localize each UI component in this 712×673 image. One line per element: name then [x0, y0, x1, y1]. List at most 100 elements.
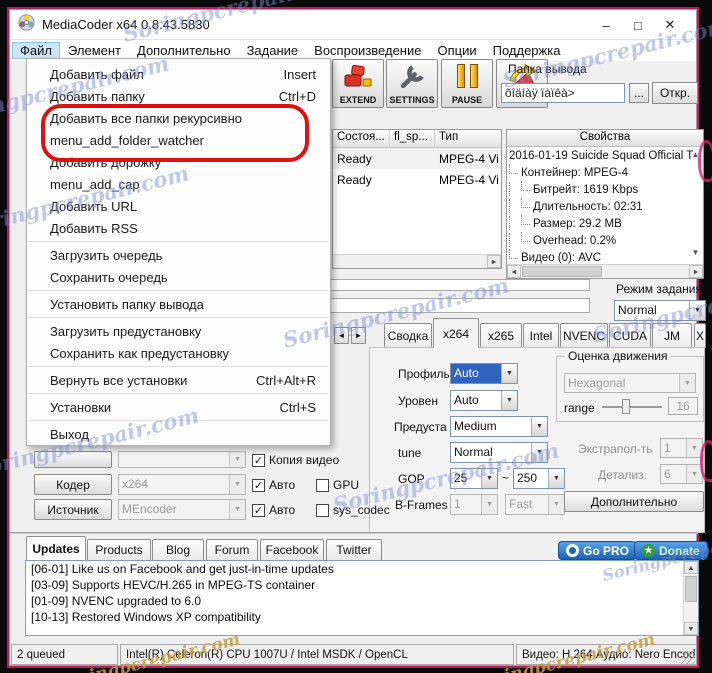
menu-options[interactable]: Опции: [429, 42, 484, 59]
range-slider[interactable]: [602, 399, 662, 414]
menu-playback[interactable]: Воспроизведение: [306, 42, 429, 59]
menu-item-settings[interactable]: Установки Ctrl+S: [27, 396, 330, 418]
menu-item-save-as-preset[interactable]: Сохранить как предустановку: [27, 342, 330, 364]
profile-select[interactable]: Auto ▼: [450, 363, 518, 384]
scroll-down-icon[interactable]: ▼: [684, 622, 698, 635]
scroll-up-icon[interactable]: ▲: [689, 150, 702, 159]
menu-file[interactable]: Файл: [12, 42, 60, 59]
pause-button[interactable]: PAUSE: [441, 59, 493, 108]
scroll-thumb[interactable]: [685, 576, 697, 602]
tab-cuda[interactable]: CUDA: [609, 323, 651, 348]
menu-item-set-output-folder[interactable]: Установить папку вывода: [27, 293, 330, 315]
bframes-count-select[interactable]: 1 ▼: [450, 494, 498, 515]
source-button[interactable]: Источник: [34, 499, 112, 520]
queue-hscrollbar[interactable]: ►: [333, 254, 501, 268]
sys-codec-checkbox[interactable]: sys_codec: [316, 503, 390, 517]
bframes-mode-select[interactable]: Fast ▼: [505, 494, 565, 515]
gop-max-select[interactable]: 250 ▼: [513, 468, 565, 489]
menu-item-load-queue[interactable]: Загрузить очередь: [27, 244, 330, 266]
scroll-left-icon[interactable]: ◄: [507, 265, 521, 278]
gop-min-select[interactable]: 25 ▼: [450, 468, 498, 489]
maximize-button[interactable]: □: [622, 18, 654, 33]
tab-products[interactable]: Products: [87, 539, 151, 560]
tab-intel[interactable]: Intel: [523, 323, 559, 348]
motion-select[interactable]: Hexagonal ▼: [564, 373, 696, 393]
menu-item-exit[interactable]: Выход: [27, 423, 330, 445]
queue-row[interactable]: Ready MPEG-4 Vi: [333, 169, 501, 190]
gpu-checkbox[interactable]: GPU: [316, 478, 359, 492]
extrapolate-select[interactable]: 1 ▼: [660, 438, 703, 458]
menu-item-load-preset[interactable]: Загрузить предустановку: [27, 320, 330, 342]
tab-jm[interactable]: JM: [652, 323, 692, 348]
browse-button[interactable]: ...: [629, 83, 649, 103]
menu-item-add-cap[interactable]: menu_add_cap: [27, 173, 330, 195]
coder-auto-checkbox[interactable]: ✓ Авто: [252, 478, 295, 492]
source-auto-checkbox[interactable]: ✓ Авто: [252, 503, 295, 517]
column-type[interactable]: Тип: [435, 130, 501, 147]
detail-select[interactable]: 6 ▼: [660, 464, 703, 484]
tab-x264[interactable]: x264: [433, 318, 479, 348]
menu-item-add-track[interactable]: Добавить дорожку: [27, 151, 330, 173]
tune-select[interactable]: Normal ▼: [450, 442, 548, 463]
copy-video-checkbox[interactable]: ✓ Копия видео: [252, 453, 339, 467]
close-button[interactable]: ✕: [654, 17, 686, 33]
properties-header[interactable]: Свойства: [507, 130, 703, 147]
scroll-down-icon[interactable]: ▼: [689, 248, 702, 257]
tab-twitter[interactable]: Twitter: [326, 539, 382, 560]
tab-summary[interactable]: Сводка: [384, 323, 432, 348]
tree-item-overhead[interactable]: Overhead: 0.2%: [509, 232, 701, 249]
tree-item-container[interactable]: Контейнер: MPEG-4: [509, 164, 701, 181]
minimize-button[interactable]: –: [590, 18, 622, 33]
range-value-box[interactable]: 16: [668, 397, 698, 415]
donate-button[interactable]: ★ Donate: [634, 541, 708, 560]
news-item[interactable]: [10-13] Restored Windows XP compatibilit…: [26, 609, 698, 625]
tab-blog[interactable]: Blog: [152, 539, 204, 560]
news-vscrollbar[interactable]: ▲ ▼: [683, 561, 698, 635]
tree-item-duration[interactable]: Длительность: 02:31: [509, 198, 701, 215]
tab-nvenc[interactable]: NVENC: [560, 323, 608, 348]
column-status[interactable]: Состоя...: [333, 130, 390, 147]
format-select[interactable]: ▼: [118, 451, 246, 468]
menu-item-add-file[interactable]: Добавить файл Insert: [27, 63, 330, 85]
open-folder-button[interactable]: Откр.: [652, 82, 698, 104]
scroll-thumb[interactable]: [522, 266, 602, 277]
menu-item-revert-settings[interactable]: Вернуть все установки Ctrl+Alt+R: [27, 369, 330, 391]
output-folder-input[interactable]: [501, 83, 625, 103]
scroll-right-icon[interactable]: ►: [689, 265, 703, 278]
news-item[interactable]: [03-09] Supports HEVC/H.265 in MPEG-TS c…: [26, 577, 698, 593]
slider-thumb[interactable]: [622, 399, 630, 414]
menu-item-add-url[interactable]: Добавить URL: [27, 195, 330, 217]
tab-forum[interactable]: Forum: [206, 539, 258, 560]
format-button[interactable]: [34, 451, 112, 468]
advanced-button[interactable]: Дополнительно: [564, 491, 704, 512]
resize-grip[interactable]: [682, 651, 695, 664]
news-item[interactable]: [06-01] Like us on Facebook and get just…: [26, 561, 698, 577]
menu-item-add-folder-watcher[interactable]: menu_add_folder_watcher: [27, 129, 330, 151]
tab-facebook[interactable]: Facebook: [260, 539, 324, 560]
menu-support[interactable]: Поддержка: [485, 42, 569, 59]
tab-x265[interactable]: x265: [480, 323, 522, 348]
source-select[interactable]: MEncoder ▼: [118, 499, 246, 520]
task-mode-select[interactable]: Normal ▼: [614, 300, 706, 321]
settings-button[interactable]: SETTINGS: [386, 59, 438, 108]
menu-item-add-folders-recursive[interactable]: Добавить все папки рекурсивно: [27, 107, 330, 129]
coder-select[interactable]: x264 ▼: [118, 474, 246, 495]
menu-item-save-queue[interactable]: Сохранить очередь: [27, 266, 330, 288]
menu-item-element[interactable]: Элемент: [60, 42, 129, 59]
level-select[interactable]: Auto ▼: [450, 390, 518, 411]
menu-item-add-rss[interactable]: Добавить RSS: [27, 217, 330, 239]
tree-item-title[interactable]: 2016-01-19 Suicide Squad Official T: [509, 148, 701, 164]
tabs-scroll-right-icon[interactable]: ►: [351, 327, 366, 344]
menu-item-add-folder[interactable]: Добавить папку Ctrl+D: [27, 85, 330, 107]
tab-updates[interactable]: Updates: [26, 536, 86, 560]
queue-row[interactable]: Ready MPEG-4 Vi: [333, 148, 501, 169]
properties-hscrollbar[interactable]: ◄ ►: [507, 264, 703, 278]
preset-select[interactable]: Medium ▼: [450, 416, 548, 437]
menu-task[interactable]: Задание: [239, 42, 307, 59]
coder-button[interactable]: Кодер: [34, 474, 112, 495]
news-item[interactable]: [01-09] NVENC upgraded to 6.0: [26, 593, 698, 609]
column-flsp[interactable]: fl_sp...: [390, 130, 435, 147]
tabs-scroll-left-icon[interactable]: ◄: [334, 327, 349, 344]
scroll-right-icon[interactable]: ►: [487, 255, 501, 268]
go-pro-button[interactable]: Go PRO: [558, 541, 638, 560]
